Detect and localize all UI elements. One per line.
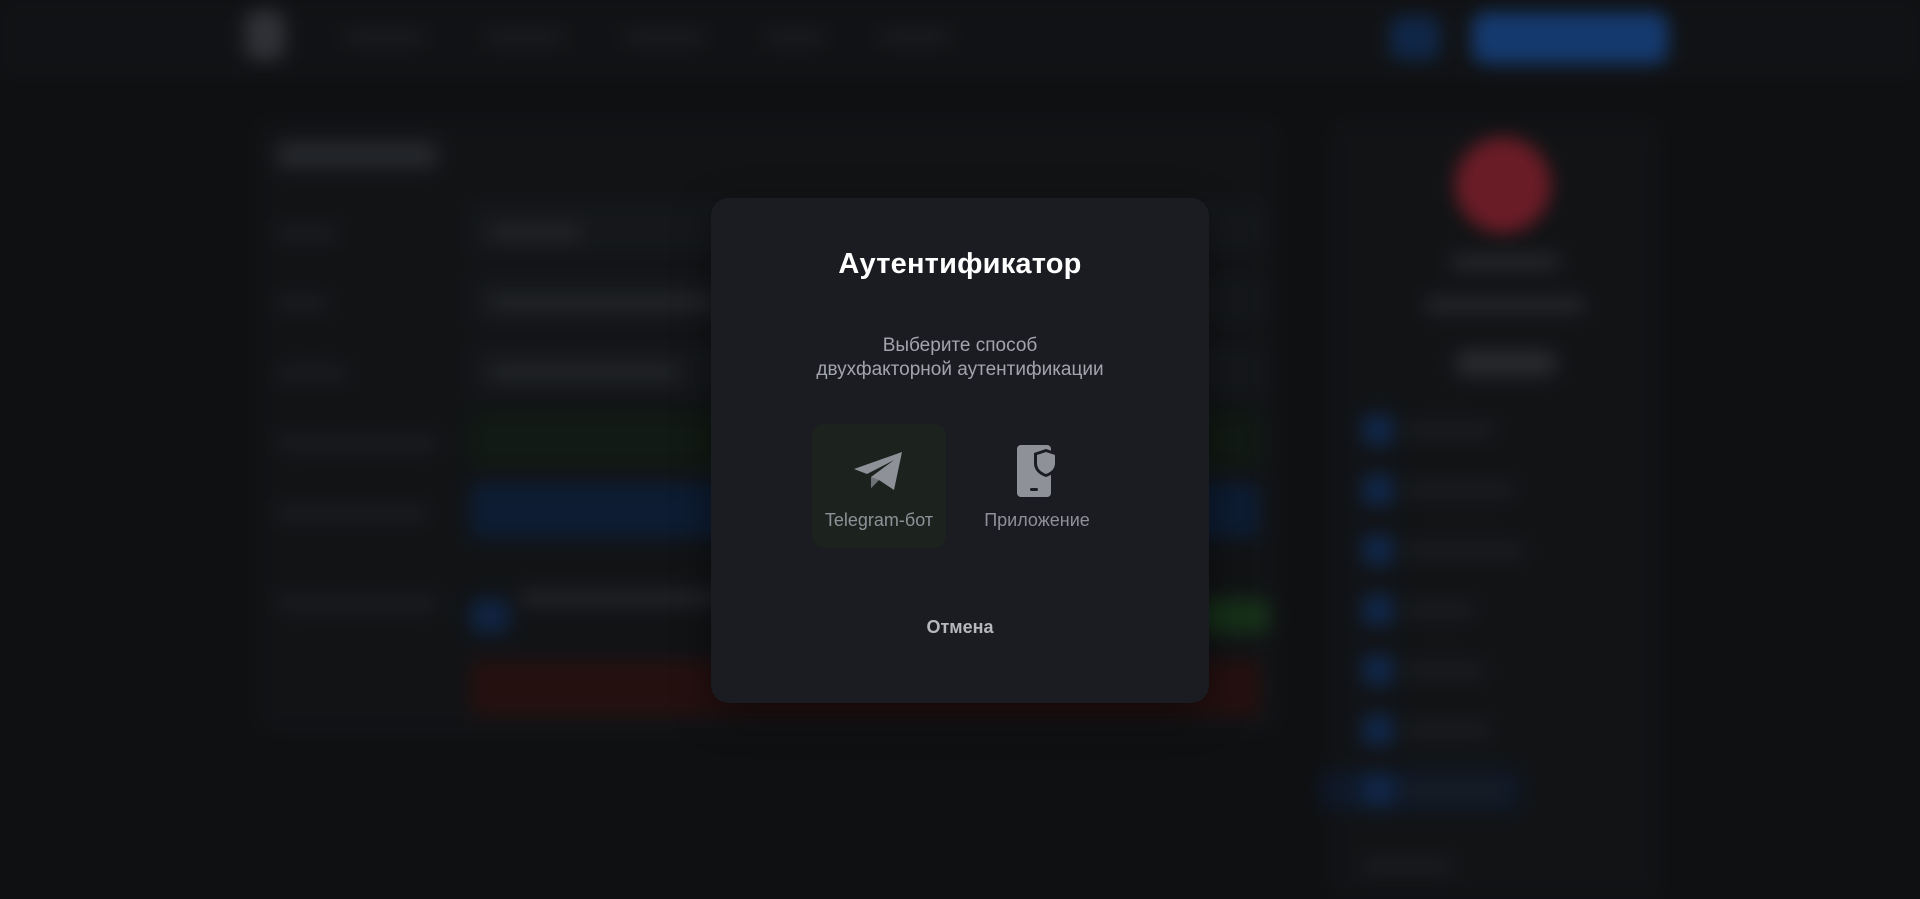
- auth-method-options: Telegram-бот Приложение: [711, 424, 1209, 548]
- option-authenticator-app[interactable]: Приложение: [970, 424, 1104, 548]
- phone-shield-icon: [970, 445, 1104, 497]
- modal-title: Аутентификатор: [838, 248, 1082, 280]
- modal-subtitle-line-2: двухфакторной аутентификации: [816, 359, 1104, 380]
- modal-subtitle: Выберите способ двухфакторной аутентифик…: [760, 334, 1160, 382]
- cancel-button[interactable]: Отмена: [900, 610, 1020, 644]
- modal-subtitle-line-1: Выберите способ: [882, 335, 1038, 356]
- authenticator-modal: Аутентификатор Выберите способ двухфакто…: [711, 198, 1209, 703]
- option-authenticator-app-label: Приложение: [984, 510, 1090, 530]
- option-telegram-bot[interactable]: Telegram-бот: [812, 424, 946, 548]
- telegram-paper-plane-icon: [812, 446, 946, 496]
- option-telegram-bot-label: Telegram-бот: [824, 510, 934, 530]
